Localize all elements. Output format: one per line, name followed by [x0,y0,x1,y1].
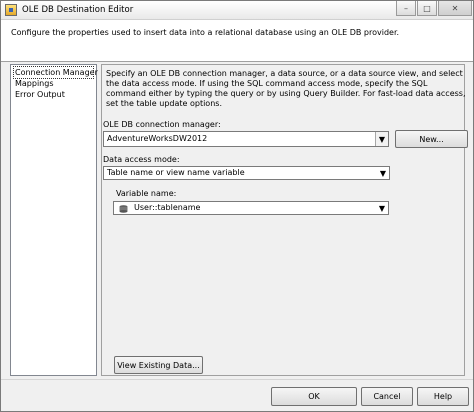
footer-divider [1,379,473,380]
maximize-button[interactable]: □ [417,1,437,16]
ssis-component-icon [5,4,17,16]
variable-name-label: Variable name: [116,189,177,198]
chevron-down-icon[interactable]: ▼ [375,132,388,146]
page-instructions: Specify an OLE DB connection manager, a … [106,69,466,108]
data-access-mode-dropdown[interactable]: Table name or view name variable ▼ [103,166,390,180]
close-icon: ✕ [451,3,459,13]
variable-name-value: User::tablename [134,203,201,212]
minimize-button[interactable]: – [396,1,416,16]
data-access-mode-label: Data access mode: [103,155,180,164]
ole-db-destination-editor-window: OLE DB Destination Editor – □ ✕ Configur… [0,0,474,412]
page-navigation-list: Connection Manager Mappings Error Output [10,64,98,376]
connection-manager-page: Specify an OLE DB connection manager, a … [101,64,468,376]
help-button[interactable]: Help [417,387,469,406]
nav-item-connection-manager[interactable]: Connection Manager [13,66,98,79]
minimize-icon: – [404,3,408,13]
maximize-icon: □ [423,3,431,13]
window-controls: – □ ✕ [395,1,472,19]
database-variable-icon [119,205,128,213]
ok-button[interactable]: OK [271,387,357,406]
close-button[interactable]: ✕ [438,1,472,16]
cancel-button[interactable]: Cancel [361,387,413,406]
connection-manager-dropdown[interactable]: AdventureWorksDW2012 ▼ [103,131,389,147]
data-access-mode-value: Table name or view name variable [107,168,245,177]
nav-item-error-output[interactable]: Error Output [14,89,93,100]
new-connection-button[interactable]: New... [395,130,468,148]
window-title: OLE DB Destination Editor [22,5,134,15]
editor-description: Configure the properties used to insert … [1,20,473,62]
nav-item-mappings[interactable]: Mappings [14,78,93,89]
connection-manager-value: AdventureWorksDW2012 [107,134,208,143]
chevron-down-icon: ▼ [379,169,386,178]
title-bar[interactable]: OLE DB Destination Editor – □ ✕ [1,1,473,20]
chevron-down-icon: ▼ [378,204,385,213]
variable-name-dropdown[interactable]: User::tablename ▼ [113,201,389,215]
connection-manager-label: OLE DB connection manager: [103,120,221,129]
view-existing-data-button[interactable]: View Existing Data... [114,356,203,374]
